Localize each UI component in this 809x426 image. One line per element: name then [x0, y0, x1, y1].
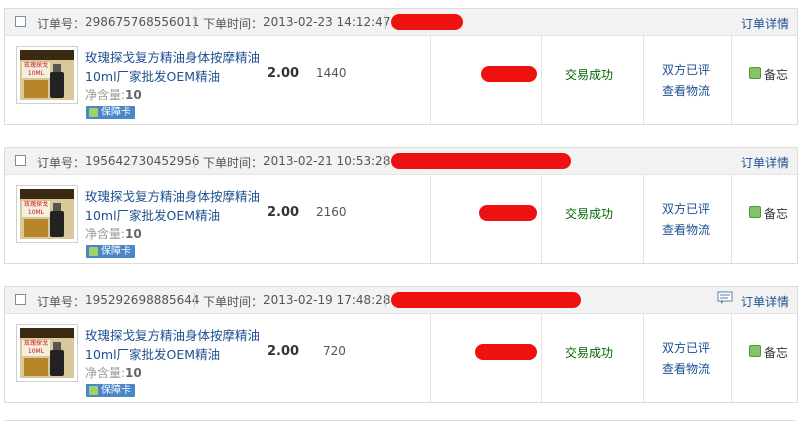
column-divider — [430, 36, 431, 124]
net-content: 净含量:10 — [85, 227, 142, 241]
order-header: 订单号： 298675768556011 下单时间： 2013-02-23 14… — [5, 9, 797, 36]
column-divider — [731, 314, 732, 402]
quantity: 1440 — [316, 66, 347, 80]
order-item-row: 玫瑰探戈 10ML 玫瑰探戈复方精油身体按摩精油10ml厂家批发OEM精油 净含… — [5, 36, 797, 124]
product-title-link[interactable]: 玫瑰探戈复方精油身体按摩精油10ml厂家批发OEM精油 — [85, 326, 260, 364]
order-no-label: 订单号： — [37, 156, 86, 170]
redacted-amount — [481, 66, 537, 82]
trade-status: 交易成功 — [565, 207, 614, 221]
order-header: 订单号： 195642730452956 下单时间： 2013-02-21 10… — [5, 148, 797, 175]
column-divider — [731, 36, 732, 124]
header-divider — [194, 154, 195, 168]
order-detail-link[interactable]: 订单详情 — [741, 15, 789, 32]
order-time-label: 下单时间： — [203, 17, 264, 31]
header-divider — [194, 15, 195, 29]
column-divider — [643, 36, 644, 124]
order-header: 订单号： 195292698885644 下单时间： 2013-02-19 17… — [5, 287, 797, 314]
order-no: 195642730452956 — [85, 154, 200, 168]
rating-status-link[interactable]: 双方已评 — [662, 339, 710, 356]
header-divider — [194, 293, 195, 307]
order-time-label: 下单时间： — [203, 295, 264, 309]
view-logistics-link[interactable]: 查看物流 — [662, 221, 710, 238]
column-divider — [643, 175, 644, 263]
message-icon[interactable] — [717, 291, 733, 305]
quantity: 720 — [323, 344, 346, 358]
column-divider — [430, 314, 431, 402]
order-card: 订单号： 195642730452956 下单时间： 2013-02-21 10… — [4, 147, 798, 264]
column-divider — [541, 175, 542, 263]
memo-icon[interactable] — [749, 206, 761, 218]
order-time-label: 下单时间： — [203, 156, 264, 170]
column-divider — [643, 314, 644, 402]
product-title-link[interactable]: 玫瑰探戈复方精油身体按摩精油10ml厂家批发OEM精油 — [85, 187, 260, 225]
order-item-row: 玫瑰探戈 10ML 玫瑰探戈复方精油身体按摩精油10ml厂家批发OEM精油 净含… — [5, 175, 797, 263]
order-no-label: 订单号： — [37, 295, 86, 309]
redacted-amount — [475, 344, 537, 360]
order-item-row: 玫瑰探戈 10ML 玫瑰探戈复方精油身体按摩精油10ml厂家批发OEM精油 净含… — [5, 314, 797, 402]
net-content: 净含量:10 — [85, 366, 142, 380]
header-divider — [385, 15, 386, 29]
product-thumbnail[interactable]: 玫瑰探戈 10ML — [16, 185, 78, 243]
redacted-buyer — [391, 153, 571, 169]
column-divider — [541, 36, 542, 124]
order-time: 2013-02-23 14:12:47 — [263, 15, 391, 29]
guarantee-card-badge[interactable]: 保障卡 — [86, 245, 135, 258]
unit-price: 2.00 — [267, 205, 300, 220]
order-no: 298675768556011 — [85, 15, 200, 29]
redacted-buyer — [391, 14, 463, 30]
order-detail-link[interactable]: 订单详情 — [741, 154, 789, 171]
order-card: 订单号： 195292698885644 下单时间： 2013-02-19 17… — [4, 286, 798, 403]
unit-price: 2.00 — [267, 66, 300, 81]
trade-status: 交易成功 — [565, 68, 614, 82]
column-divider — [541, 314, 542, 402]
trade-status: 交易成功 — [565, 346, 614, 360]
product-title-link[interactable]: 玫瑰探戈复方精油身体按摩精油10ml厂家批发OEM精油 — [85, 48, 260, 86]
view-logistics-link[interactable]: 查看物流 — [662, 360, 710, 377]
order-no-label: 订单号： — [37, 17, 86, 31]
next-order-edge — [4, 420, 796, 426]
product-thumbnail[interactable]: 玫瑰探戈 10ML — [16, 324, 78, 382]
unit-price: 2.00 — [267, 344, 300, 359]
column-divider — [430, 175, 431, 263]
net-content: 净含量:10 — [85, 88, 142, 102]
order-checkbox[interactable] — [15, 294, 26, 305]
column-divider — [731, 175, 732, 263]
memo-icon[interactable] — [749, 345, 761, 357]
order-detail-link[interactable]: 订单详情 — [741, 293, 789, 310]
guarantee-card-badge[interactable]: 保障卡 — [86, 384, 135, 397]
quantity: 2160 — [316, 205, 347, 219]
product-thumbnail[interactable]: 玫瑰探戈 10ML — [16, 46, 78, 104]
header-divider — [385, 154, 386, 168]
order-time: 2013-02-21 10:53:28 — [263, 154, 391, 168]
order-no: 195292698885644 — [85, 293, 200, 307]
memo-icon[interactable] — [749, 67, 761, 79]
order-checkbox[interactable] — [15, 16, 26, 27]
redacted-buyer — [391, 292, 581, 308]
memo-link[interactable]: 备忘 — [764, 344, 788, 361]
guarantee-card-badge[interactable]: 保障卡 — [86, 106, 135, 119]
redacted-amount — [479, 205, 537, 221]
order-checkbox[interactable] — [15, 155, 26, 166]
rating-status-link[interactable]: 双方已评 — [662, 200, 710, 217]
memo-link[interactable]: 备忘 — [764, 205, 788, 222]
order-card: 订单号： 298675768556011 下单时间： 2013-02-23 14… — [4, 8, 798, 125]
order-time: 2013-02-19 17:48:28 — [263, 293, 391, 307]
memo-link[interactable]: 备忘 — [764, 66, 788, 83]
view-logistics-link[interactable]: 查看物流 — [662, 82, 710, 99]
header-divider — [385, 293, 386, 307]
rating-status-link[interactable]: 双方已评 — [662, 61, 710, 78]
